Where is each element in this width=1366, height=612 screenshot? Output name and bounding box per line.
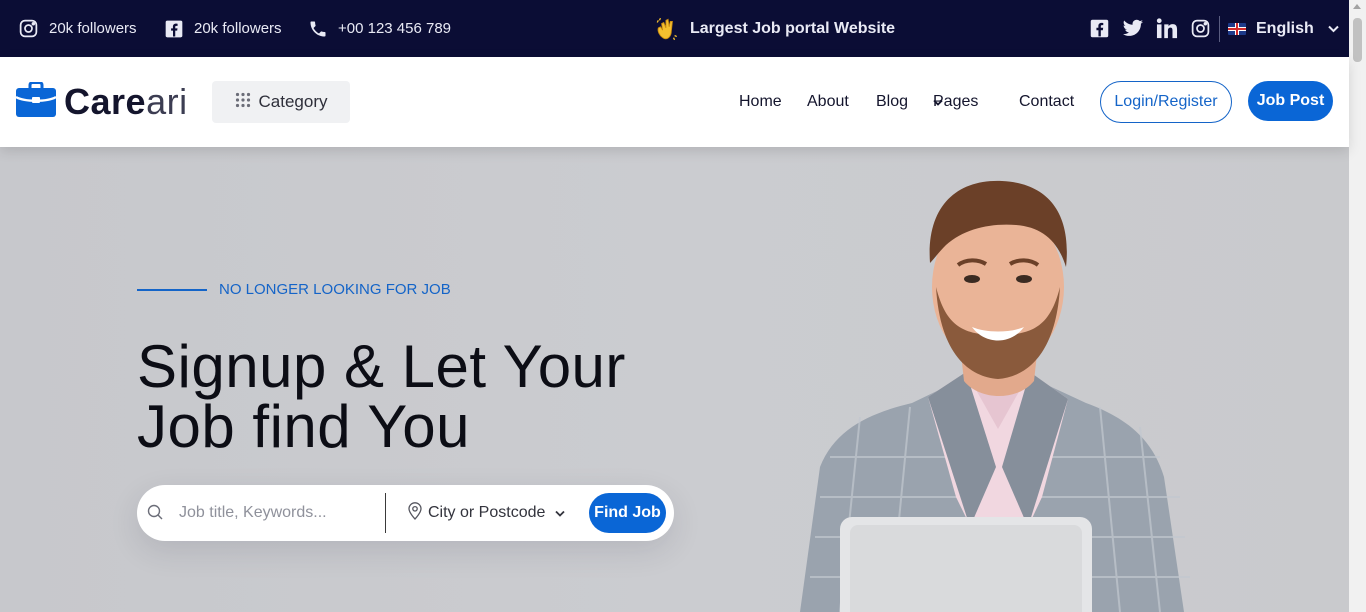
main-navbar: Careari Category Home About Blog Pages C… <box>0 57 1349 147</box>
phone-number: +00 123 456 789 <box>338 20 452 37</box>
keyword-input[interactable]: Job title, Keywords... <box>179 504 327 522</box>
language-label: English <box>1256 19 1314 37</box>
chevron-down-icon <box>1328 25 1339 33</box>
page-scrollbar[interactable] <box>1349 0 1366 612</box>
map-pin-icon <box>408 501 422 525</box>
scroll-up-arrow-icon[interactable] <box>1353 4 1361 9</box>
scrollbar-thumb[interactable] <box>1353 18 1362 62</box>
linkedin-link-icon[interactable] <box>1156 18 1178 39</box>
location-select-label: City or Postcode <box>428 504 546 521</box>
hero-headline: Signup & Let Your Job find You <box>137 337 626 457</box>
hero-tagline: NO LONGER LOOKING FOR JOB <box>137 281 451 298</box>
announcement: Largest Job portal Website <box>654 0 895 57</box>
social-links <box>1089 0 1211 57</box>
announcement-text: Largest Job portal Website <box>690 19 896 37</box>
tagline-text: NO LONGER LOOKING FOR JOB <box>219 281 451 298</box>
hero-section: NO LONGER LOOKING FOR JOB Signup & Let Y… <box>0 147 1349 612</box>
phone-icon <box>308 19 328 39</box>
top-bar: 20k followers 20k followers +00 123 456 … <box>0 0 1349 57</box>
chevron-down-icon <box>555 504 566 522</box>
nav-blog[interactable]: Blog <box>876 93 908 111</box>
instagram-followers-label: 20k followers <box>49 20 137 37</box>
hero-person-image <box>800 180 1190 612</box>
headline-line-2: Job find You <box>137 393 470 460</box>
facebook-icon <box>164 19 184 39</box>
job-post-button[interactable]: Job Post <box>1248 81 1333 121</box>
phone-contact[interactable]: +00 123 456 789 <box>308 0 451 57</box>
instagram-followers[interactable]: 20k followers <box>18 0 137 57</box>
instagram-link-icon[interactable] <box>1190 18 1211 39</box>
login-register-button[interactable]: Login/Register <box>1100 81 1232 123</box>
job-search-bar: Job title, Keywords... City or Postcode … <box>137 485 674 541</box>
search-icon <box>147 504 163 525</box>
uk-flag-icon <box>1228 22 1246 35</box>
waving-hand-icon <box>654 16 680 42</box>
instagram-icon <box>18 18 39 39</box>
headline-line-1: Signup & Let Your <box>137 333 626 400</box>
search-divider <box>385 493 386 533</box>
nav-about[interactable]: About <box>807 93 849 111</box>
topbar-divider <box>1219 16 1220 42</box>
facebook-followers[interactable]: 20k followers <box>164 0 282 57</box>
find-job-button[interactable]: Find Job <box>589 493 666 533</box>
facebook-followers-label: 20k followers <box>194 20 282 37</box>
location-select[interactable]: City or Postcode <box>408 485 566 541</box>
chevron-down-icon <box>933 93 943 111</box>
nav-home[interactable]: Home <box>739 93 782 111</box>
twitter-link-icon[interactable] <box>1122 19 1144 39</box>
nav-contact[interactable]: Contact <box>1019 93 1074 111</box>
language-selector[interactable]: English <box>1228 0 1339 57</box>
tagline-line <box>137 288 207 291</box>
facebook-link-icon[interactable] <box>1089 18 1110 39</box>
